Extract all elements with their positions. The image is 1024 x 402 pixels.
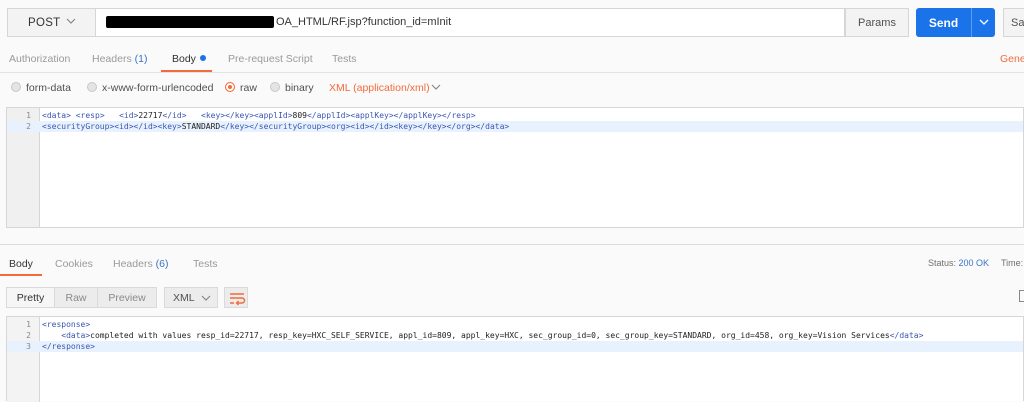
generate-code-link[interactable]: Gene bbox=[1000, 53, 1024, 65]
tab-label: Pre-request Script bbox=[228, 53, 313, 65]
tab-body[interactable]: Body bbox=[172, 53, 206, 65]
code-line: 1 <data> <resp> <id>22717</id> <key></ke… bbox=[7, 110, 1023, 121]
save-button[interactable]: Sa bbox=[1003, 8, 1024, 37]
chevron-down-icon bbox=[979, 19, 989, 25]
view-preview-button[interactable]: Preview bbox=[97, 287, 157, 308]
radio-form-data[interactable] bbox=[11, 82, 21, 92]
line-number: 1 bbox=[26, 111, 31, 120]
chevron-down-icon bbox=[431, 84, 441, 90]
response-tab-headers[interactable]: Headers (6) bbox=[113, 258, 168, 270]
radio-urlencoded[interactable] bbox=[87, 82, 97, 92]
line-number: 3 bbox=[26, 342, 31, 351]
line-number: 2 bbox=[26, 122, 31, 131]
tab-label: Tests bbox=[332, 53, 357, 65]
method-select[interactable]: POST bbox=[7, 8, 95, 37]
divider bbox=[0, 244, 1024, 245]
radio-label-binary: binary bbox=[285, 82, 314, 94]
radio-raw[interactable] bbox=[225, 82, 235, 92]
code-line: 1 <response> bbox=[7, 319, 1023, 330]
chevron-down-icon bbox=[66, 18, 76, 24]
line-number: 2 bbox=[26, 331, 31, 340]
radio-binary[interactable] bbox=[270, 82, 280, 92]
tab-label: Headers bbox=[113, 258, 153, 270]
tab-label: Cookies bbox=[55, 258, 93, 270]
tab-label: Body bbox=[172, 53, 196, 65]
copy-icon[interactable] bbox=[1019, 290, 1024, 302]
method-label: POST bbox=[28, 16, 61, 29]
code-line-active: 2 <securityGroup><id></id><key>STANDARD<… bbox=[7, 121, 1023, 132]
tab-label: Tests bbox=[193, 258, 218, 270]
tab-pre-request-script[interactable]: Pre-request Script bbox=[228, 53, 313, 65]
content-type-dropdown[interactable]: XML (application/xml) bbox=[329, 82, 430, 94]
divider bbox=[0, 72, 1024, 73]
radio-label-raw: raw bbox=[240, 82, 257, 94]
active-tab-underline bbox=[0, 274, 42, 276]
line-number: 1 bbox=[26, 320, 31, 329]
response-format-dropdown[interactable]: XML bbox=[164, 287, 218, 308]
send-options-button[interactable] bbox=[971, 8, 995, 37]
tab-count: (1) bbox=[134, 53, 148, 65]
tab-label: Headers bbox=[92, 53, 132, 65]
send-button[interactable]: Send bbox=[916, 8, 971, 37]
code-line: 2 <data>completed with values resp_id=22… bbox=[7, 330, 1023, 341]
response-tab-cookies[interactable]: Cookies bbox=[55, 258, 93, 270]
response-tab-tests[interactable]: Tests bbox=[193, 258, 218, 270]
request-body-editor[interactable]: 1 <data> <resp> <id>22717</id> <key></ke… bbox=[6, 107, 1024, 228]
status-badge: 200 OK bbox=[958, 258, 990, 268]
url-text: OA_HTML/RF.jsp?function_id=mInit bbox=[276, 16, 452, 28]
tab-headers[interactable]: Headers (1) bbox=[92, 53, 147, 65]
code-text: <data> <resp> <id>22717</id> <key></key>… bbox=[42, 111, 476, 120]
response-body-viewer: 1 <response> 2 <data>completed with valu… bbox=[6, 316, 1024, 402]
response-data-text: completed with values resp_id=22717, res… bbox=[90, 331, 890, 340]
code-line-active: 3 </response> bbox=[7, 341, 1023, 352]
response-time: Time: bbox=[1001, 258, 1024, 268]
tab-count: (6) bbox=[155, 258, 169, 270]
tab-label: Authorization bbox=[9, 53, 71, 65]
wrap-lines-button[interactable] bbox=[224, 287, 248, 308]
url-input[interactable]: OA_HTML/RF.jsp?function_id=mInit bbox=[95, 8, 845, 37]
view-raw-button[interactable]: Raw bbox=[54, 287, 98, 308]
response-tab-body[interactable]: Body bbox=[9, 258, 33, 270]
response-status: Status: 200 OK bbox=[928, 258, 989, 268]
radio-label-urlencoded: x-www-form-urlencoded bbox=[102, 82, 214, 94]
tab-tests[interactable]: Tests bbox=[332, 53, 357, 65]
code-text: <securityGroup><id></id><key>STANDARD</k… bbox=[42, 122, 510, 131]
wrap-lines-icon bbox=[230, 293, 246, 306]
code-text: <response> bbox=[42, 320, 91, 329]
view-pretty-button[interactable]: Pretty bbox=[6, 287, 55, 308]
params-button[interactable]: Params bbox=[845, 8, 909, 37]
status-label: Status: bbox=[928, 258, 957, 268]
format-label: XML bbox=[173, 292, 195, 304]
chevron-down-icon bbox=[201, 295, 211, 301]
tab-authorization[interactable]: Authorization bbox=[9, 53, 70, 65]
tab-label: Body bbox=[9, 258, 33, 270]
code-text: </response> bbox=[42, 342, 95, 351]
radio-label-form-data: form-data bbox=[26, 82, 71, 94]
code-text: <data>completed with values resp_id=2271… bbox=[61, 331, 924, 340]
modified-dot-icon bbox=[199, 55, 206, 61]
redacted-url-host bbox=[106, 16, 274, 28]
